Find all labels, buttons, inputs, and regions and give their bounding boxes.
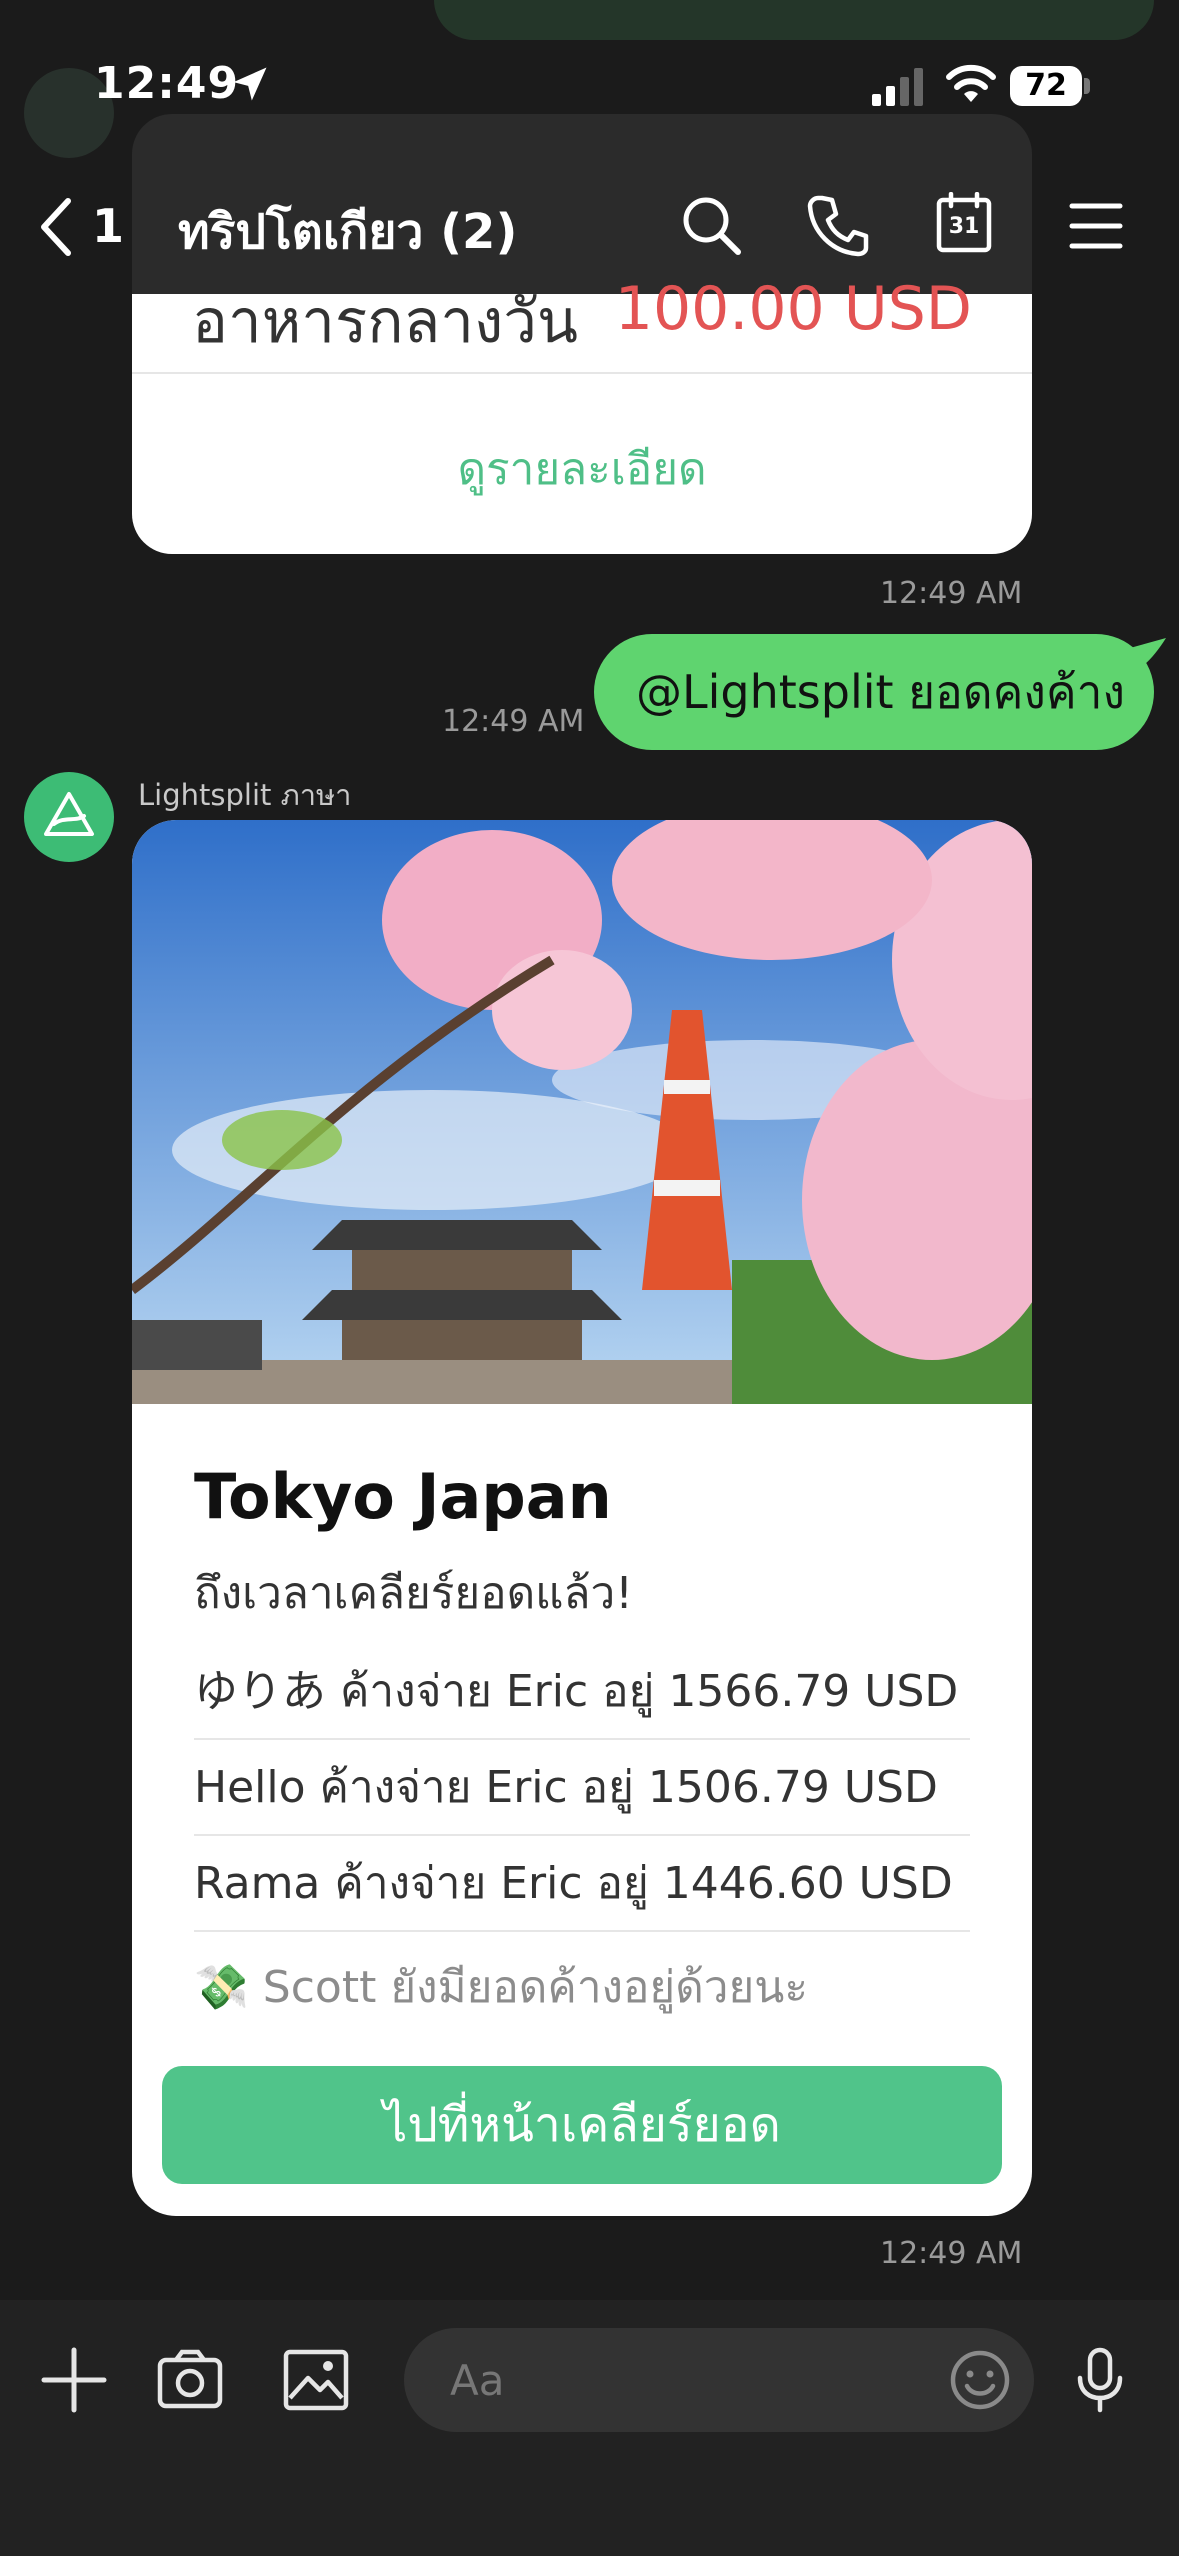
expense-amount: 100.00 USD — [614, 274, 972, 344]
message-time: 12:49 AM — [880, 576, 1023, 611]
lightsplit-logo-icon — [44, 792, 94, 836]
emoji-icon[interactable] — [946, 2346, 1014, 2414]
debt-row: ゆりあ ค้างจ่าย Eric อยู่ 1566.79 USD — [194, 1644, 970, 1740]
debt-row: Rama ค้างจ่าย Eric อยู่ 1446.60 USD — [194, 1836, 970, 1932]
unread-count: 1 — [92, 199, 125, 253]
expense-card: อาหารกลางวัน 100.00 USD ดูรายละเอียด — [132, 274, 1032, 554]
divider — [132, 372, 1032, 374]
sender-name: Lightsplit ภาษา — [138, 778, 352, 812]
card-subtitle: ถึงเวลาเคลียร์ยอดแล้ว! — [194, 1568, 633, 1619]
image-icon[interactable] — [280, 2344, 352, 2416]
battery-nub — [1084, 78, 1090, 94]
search-icon[interactable] — [678, 192, 746, 260]
location-arrow-icon — [233, 67, 267, 101]
note-text: Scott ยังมียอดค้างอยู่ด้วยนะ — [262, 1962, 808, 2013]
settle-up-button[interactable]: ไปที่หน้าเคลียร์ยอด — [162, 2066, 1002, 2184]
settlement-card: Tokyo Japan ถึงเวลาเคลียร์ยอดแล้ว! ゆりあ ค… — [132, 820, 1032, 2216]
card-title: Tokyo Japan — [194, 1460, 612, 1533]
chat-title[interactable]: ทริปโตเกียว (2) — [178, 194, 517, 270]
tokyo-photo — [132, 820, 1032, 1404]
status-time: 12:49 — [94, 58, 240, 109]
signal-icon — [872, 68, 923, 106]
message-time: 12:49 AM — [880, 2236, 1023, 2271]
expense-label: อาหารกลางวัน — [192, 287, 578, 357]
microphone-icon[interactable] — [1064, 2344, 1136, 2416]
back-button[interactable]: 1 — [36, 195, 126, 259]
menu-icon[interactable] — [1064, 192, 1132, 260]
debt-row: Hello ค้างจ่าย Eric อยู่ 1506.79 USD — [194, 1740, 970, 1836]
sent-message-bubble[interactable]: @Lightsplit ยอดคงค้าง — [594, 634, 1154, 750]
camera-icon[interactable] — [154, 2344, 226, 2416]
battery-indicator: 72 — [1010, 66, 1082, 106]
plus-icon[interactable] — [38, 2344, 110, 2416]
bot-avatar[interactable] — [24, 772, 114, 862]
calendar-icon[interactable]: 31 — [936, 191, 1004, 260]
chevron-left-icon — [41, 198, 71, 256]
calendar-day: 31 — [948, 214, 980, 239]
note-row: 💸 Scott ยังมียอดค้างอยู่ด้วยนะ — [194, 1940, 808, 2036]
view-details-link[interactable]: ดูรายละเอียด — [132, 434, 1032, 504]
money-wings-icon: 💸 — [194, 1962, 249, 2013]
phone-icon[interactable] — [804, 192, 872, 260]
wifi-icon — [946, 64, 996, 102]
previous-message-bubble — [434, 0, 1154, 40]
message-time: 12:49 AM — [442, 704, 585, 739]
message-input[interactable] — [404, 2328, 1034, 2432]
